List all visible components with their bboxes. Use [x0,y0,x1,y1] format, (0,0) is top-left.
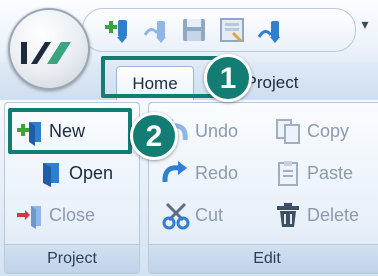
callout-badge-2: 2 [130,112,178,160]
group-project-label: Project [5,244,139,273]
paste-icon [273,158,303,188]
paste-label: Paste [307,162,354,183]
qat-redo-icon[interactable] [255,15,285,45]
delete-label: Delete [307,204,360,225]
close-icon [15,200,45,230]
close-label: Close [49,204,96,225]
application-menu-button[interactable] [8,8,90,90]
delete-icon [273,200,303,230]
application-window: ▾ Home Project New Open Close Project Un… [0,0,378,276]
cut-label: Cut [195,204,224,225]
qat-undo-icon[interactable] [141,15,171,45]
qat-save-icon[interactable] [179,15,209,45]
open-label: Open [69,162,114,183]
undo-label: Undo [195,120,239,141]
group-edit: Undo Redo Cut Copy Paste Delete Edit [148,102,378,274]
callout-badge-1: 1 [204,54,252,102]
paste-button[interactable]: Paste [273,157,353,189]
delete-button[interactable]: Delete [273,199,359,231]
copy-button[interactable]: Copy [273,115,349,147]
qat-preview-icon[interactable] [217,15,247,45]
group-edit-label: Edit [149,244,378,273]
qat-customize-dropdown[interactable]: ▾ [358,14,372,34]
open-icon [35,158,65,188]
new-button-highlight [8,108,132,154]
copy-icon [273,116,303,146]
redo-icon [161,158,191,188]
cut-button[interactable]: Cut [161,199,223,231]
redo-button[interactable]: Redo [161,157,238,189]
close-button[interactable]: Close [15,199,95,231]
qat-add-icon[interactable] [103,15,133,45]
app-logo-icon [21,42,71,64]
copy-label: Copy [307,120,350,141]
cut-icon [161,200,191,230]
open-button[interactable]: Open [35,157,113,189]
redo-label: Redo [195,162,239,183]
quick-access-toolbar [82,8,356,52]
